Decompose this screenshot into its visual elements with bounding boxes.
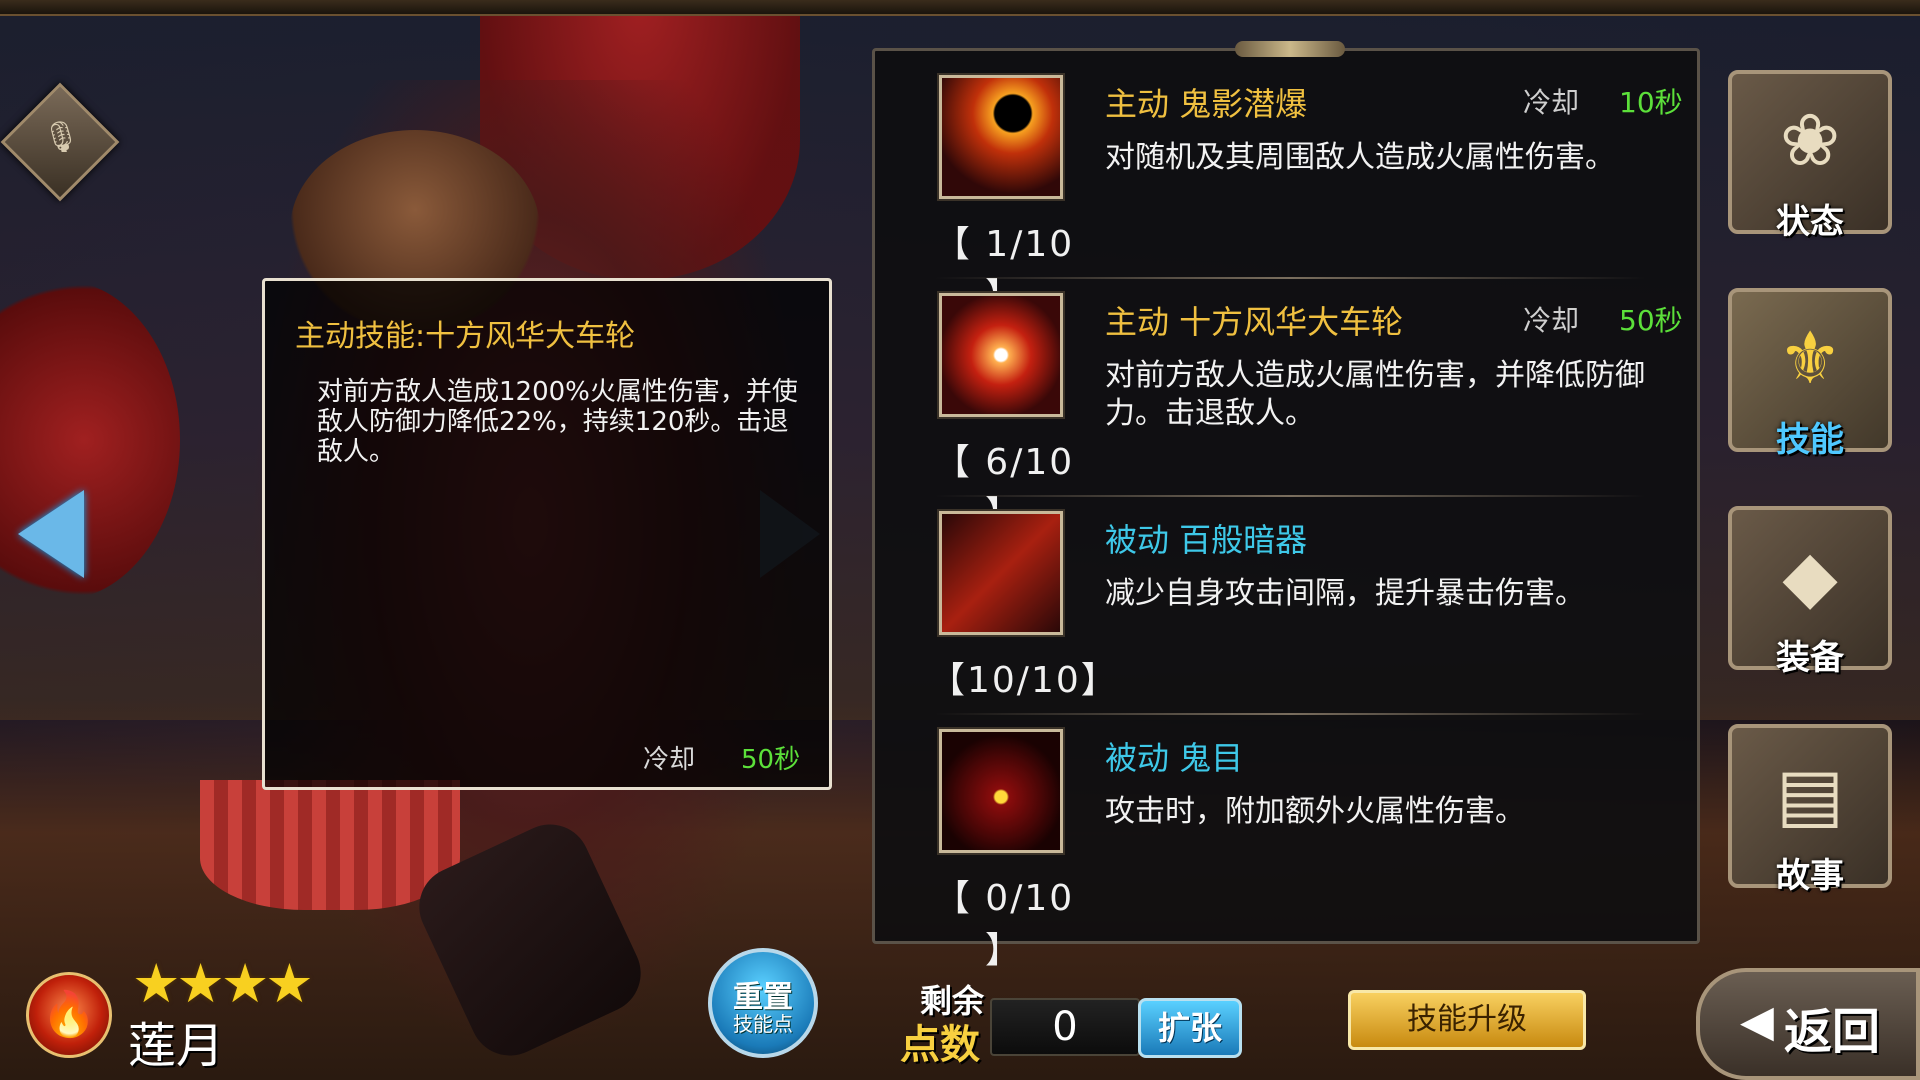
points-label: 点数 [900, 1022, 980, 1068]
tab-label: 装备 [1776, 638, 1844, 678]
crystal-icon: ◆ [1782, 534, 1838, 618]
fleur-crest-icon: ⚜ [1777, 316, 1843, 400]
tooltip-cooldown-label: 冷却 [643, 745, 696, 775]
skill-description: 攻击时，附加额外火属性伤害。 [1105, 794, 1525, 829]
microphone-icon: 🎙 [42, 120, 81, 155]
tab-label: 状态 [1776, 202, 1844, 242]
skill-description: 对随机及其周围敌人造成火属性伤害。 [1105, 140, 1615, 175]
book-icon: ▤ [1775, 752, 1845, 836]
skill-cooldown-value: 10秒 [1619, 86, 1683, 119]
skill-name: 被动 百般暗器 [1105, 521, 1308, 559]
tooltip-title: 主动技能:十方风华大车轮 [295, 319, 636, 354]
skill-cooldown-label: 冷却 [1523, 86, 1580, 119]
skill-list-panel: 【 1/10 】 主动 鬼影潜爆 冷却 10秒 对随机及其周围敌人造成火属性伤害… [872, 41, 1703, 971]
tab-equipment[interactable]: ◆ 装备 [1720, 496, 1900, 686]
remaining-points-value: 0 [990, 998, 1140, 1056]
skill-cooldown-value: 50秒 [1619, 304, 1683, 337]
character-name: 莲月 [128, 1018, 225, 1074]
demon-mask-icon[interactable] [939, 729, 1063, 853]
skill-tooltip: 主动技能:十方风华大车轮 对前方敌人造成1200%火属性伤害，并使敌人防御力降低… [262, 278, 832, 790]
expand-button[interactable]: 扩张 [1138, 998, 1242, 1058]
kunai-icon[interactable] [939, 511, 1063, 635]
skill-row[interactable]: 【 1/10 】 主动 鬼影潜爆 冷却 10秒 对随机及其周围敌人造成火属性伤害… [875, 51, 1703, 317]
meteor-icon[interactable] [939, 75, 1063, 199]
tab-label: 故事 [1776, 856, 1844, 896]
skill-name: 主动 鬼影潜爆 [1105, 85, 1308, 123]
skill-level: 【 0/10 】 [933, 878, 1075, 971]
tab-skills[interactable]: ⚜ 技能 [1720, 278, 1900, 468]
skill-name: 被动 鬼目 [1105, 739, 1244, 777]
reset-sublabel: 技能点 [733, 1012, 793, 1036]
tooltip-description: 对前方敌人造成1200%火属性伤害，并使敌人防御力降低22%，持续120秒。击退… [317, 377, 798, 467]
skill-upgrade-button[interactable]: 技能升级 [1348, 990, 1586, 1050]
skill-description: 减少自身攻击间隔，提升暴击伤害。 [1105, 576, 1585, 611]
skill-level: 【10/10】 [929, 660, 1119, 701]
skill-row[interactable]: 【 6/10 】 主动 十方风华大车轮 冷却 50秒 对前方敌人造成火属性伤害，… [875, 269, 1703, 535]
skill-name: 主动 十方风华大车轮 [1105, 303, 1404, 341]
back-arrow-icon: ◀ [1740, 996, 1774, 1047]
back-label: 返回 [1784, 1004, 1881, 1060]
character-skirt-art [200, 780, 460, 910]
tooltip-cooldown-value: 50秒 [741, 745, 801, 775]
fire-icon: 🔥 [26, 972, 112, 1058]
top-border [0, 0, 1920, 16]
skill-row[interactable]: 【10/10】 被动 百般暗器 减少自身攻击间隔，提升暴击伤害。 [875, 487, 1703, 705]
tab-story[interactable]: ▤ 故事 [1720, 714, 1900, 904]
skill-cooldown-label: 冷却 [1523, 304, 1580, 337]
tab-label: 技能 [1776, 420, 1844, 460]
back-button[interactable]: ◀ 返回 [1696, 968, 1920, 1080]
reset-skill-points-button[interactable]: 重置 技能点 [708, 948, 818, 1058]
previous-character-arrow-icon[interactable] [18, 490, 84, 578]
skill-row[interactable]: 【 0/10 】 被动 鬼目 攻击时，附加额外火属性伤害。 [875, 705, 1703, 971]
shuriken-icon[interactable] [939, 293, 1063, 417]
skill-description: 对前方敌人造成火属性伤害，并降低防御力。击退敌人。 [1105, 358, 1645, 431]
rose-icon: ❀ [1779, 98, 1841, 182]
tab-status[interactable]: ❀ 状态 [1720, 60, 1900, 250]
